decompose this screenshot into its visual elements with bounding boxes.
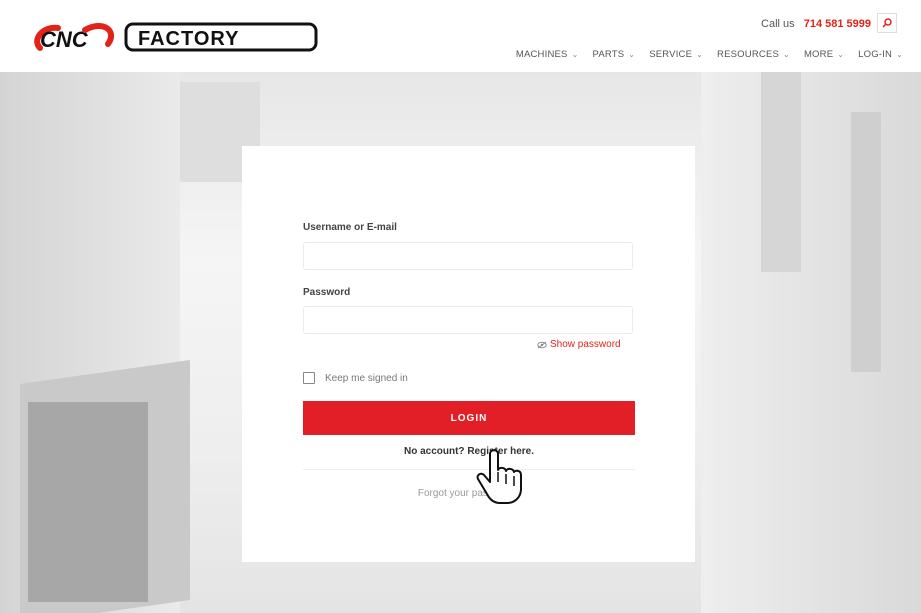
password-input[interactable]	[303, 306, 633, 334]
search-button[interactable]	[877, 13, 897, 33]
keep-signed-in-checkbox[interactable]	[303, 372, 315, 384]
chevron-down-icon: ⌄	[783, 50, 790, 59]
bg-shape	[761, 72, 801, 272]
keep-signed-in-label: Keep me signed in	[325, 372, 408, 384]
show-password-label: Show password	[550, 339, 621, 350]
bg-shape	[851, 112, 881, 372]
eye-slash-icon	[537, 341, 547, 348]
nav-service[interactable]: SERVICE ⌄	[649, 49, 703, 60]
chevron-down-icon: ⌄	[837, 50, 845, 59]
show-password-link[interactable]: Show password	[537, 339, 621, 350]
site-header: CNC FACTORY Call us 714 581 5999 MACHINE…	[0, 0, 921, 72]
svg-text:CNC: CNC	[40, 27, 89, 52]
chevron-down-icon: ⌄	[628, 50, 636, 59]
logo[interactable]: CNC FACTORY	[30, 18, 330, 60]
keep-signed-in[interactable]: Keep me signed in	[303, 372, 408, 384]
main-nav: MACHINES ⌄ PARTS ⌄ SERVICE ⌄ RESOURCES ⌄ MOR…	[516, 49, 903, 60]
username-input[interactable]	[303, 242, 633, 270]
nav-label: MACHINES	[515, 49, 568, 60]
nav-label: PARTS	[592, 49, 625, 60]
nav-label: SERVICE	[649, 49, 693, 60]
login-button[interactable]: LOGIN	[303, 401, 635, 435]
svg-text:FACTORY: FACTORY	[138, 28, 239, 50]
nav-label: RESOURCES	[717, 49, 780, 60]
forgot-password-link[interactable]: Forgot your password?	[303, 488, 635, 499]
phone-number[interactable]: 714 581 5999	[804, 18, 871, 30]
nav-login[interactable]: LOG-IN ⌄	[858, 49, 903, 60]
call-label: Call us	[761, 18, 795, 30]
divider	[303, 469, 635, 470]
nav-machines[interactable]: MACHINES ⌄	[516, 49, 579, 60]
nav-label: LOG-IN	[858, 49, 893, 60]
chevron-down-icon: ⌄	[696, 50, 704, 59]
nav-label: MORE	[803, 49, 834, 60]
cnc-logo-mark: CNC	[34, 23, 115, 52]
hand-pointer-icon	[476, 449, 522, 504]
chevron-down-icon: ⌄	[896, 50, 903, 59]
nav-resources[interactable]: RESOURCES ⌄	[717, 49, 790, 60]
nav-more[interactable]: MORE ⌄	[804, 49, 844, 60]
register-link[interactable]: No account? Register here.	[303, 446, 635, 463]
call-us: Call us 714 581 5999	[761, 18, 871, 30]
login-card: Username or E-mail Password Show passwor…	[242, 146, 695, 562]
username-label: Username or E-mail	[303, 222, 397, 233]
factory-wordmark: FACTORY	[124, 22, 318, 52]
chevron-down-icon: ⌄	[571, 50, 579, 59]
search-icon	[882, 18, 892, 28]
password-label: Password	[303, 287, 351, 298]
nav-parts[interactable]: PARTS ⌄	[593, 49, 636, 60]
bg-shape	[701, 72, 921, 613]
bg-shape	[28, 402, 148, 602]
